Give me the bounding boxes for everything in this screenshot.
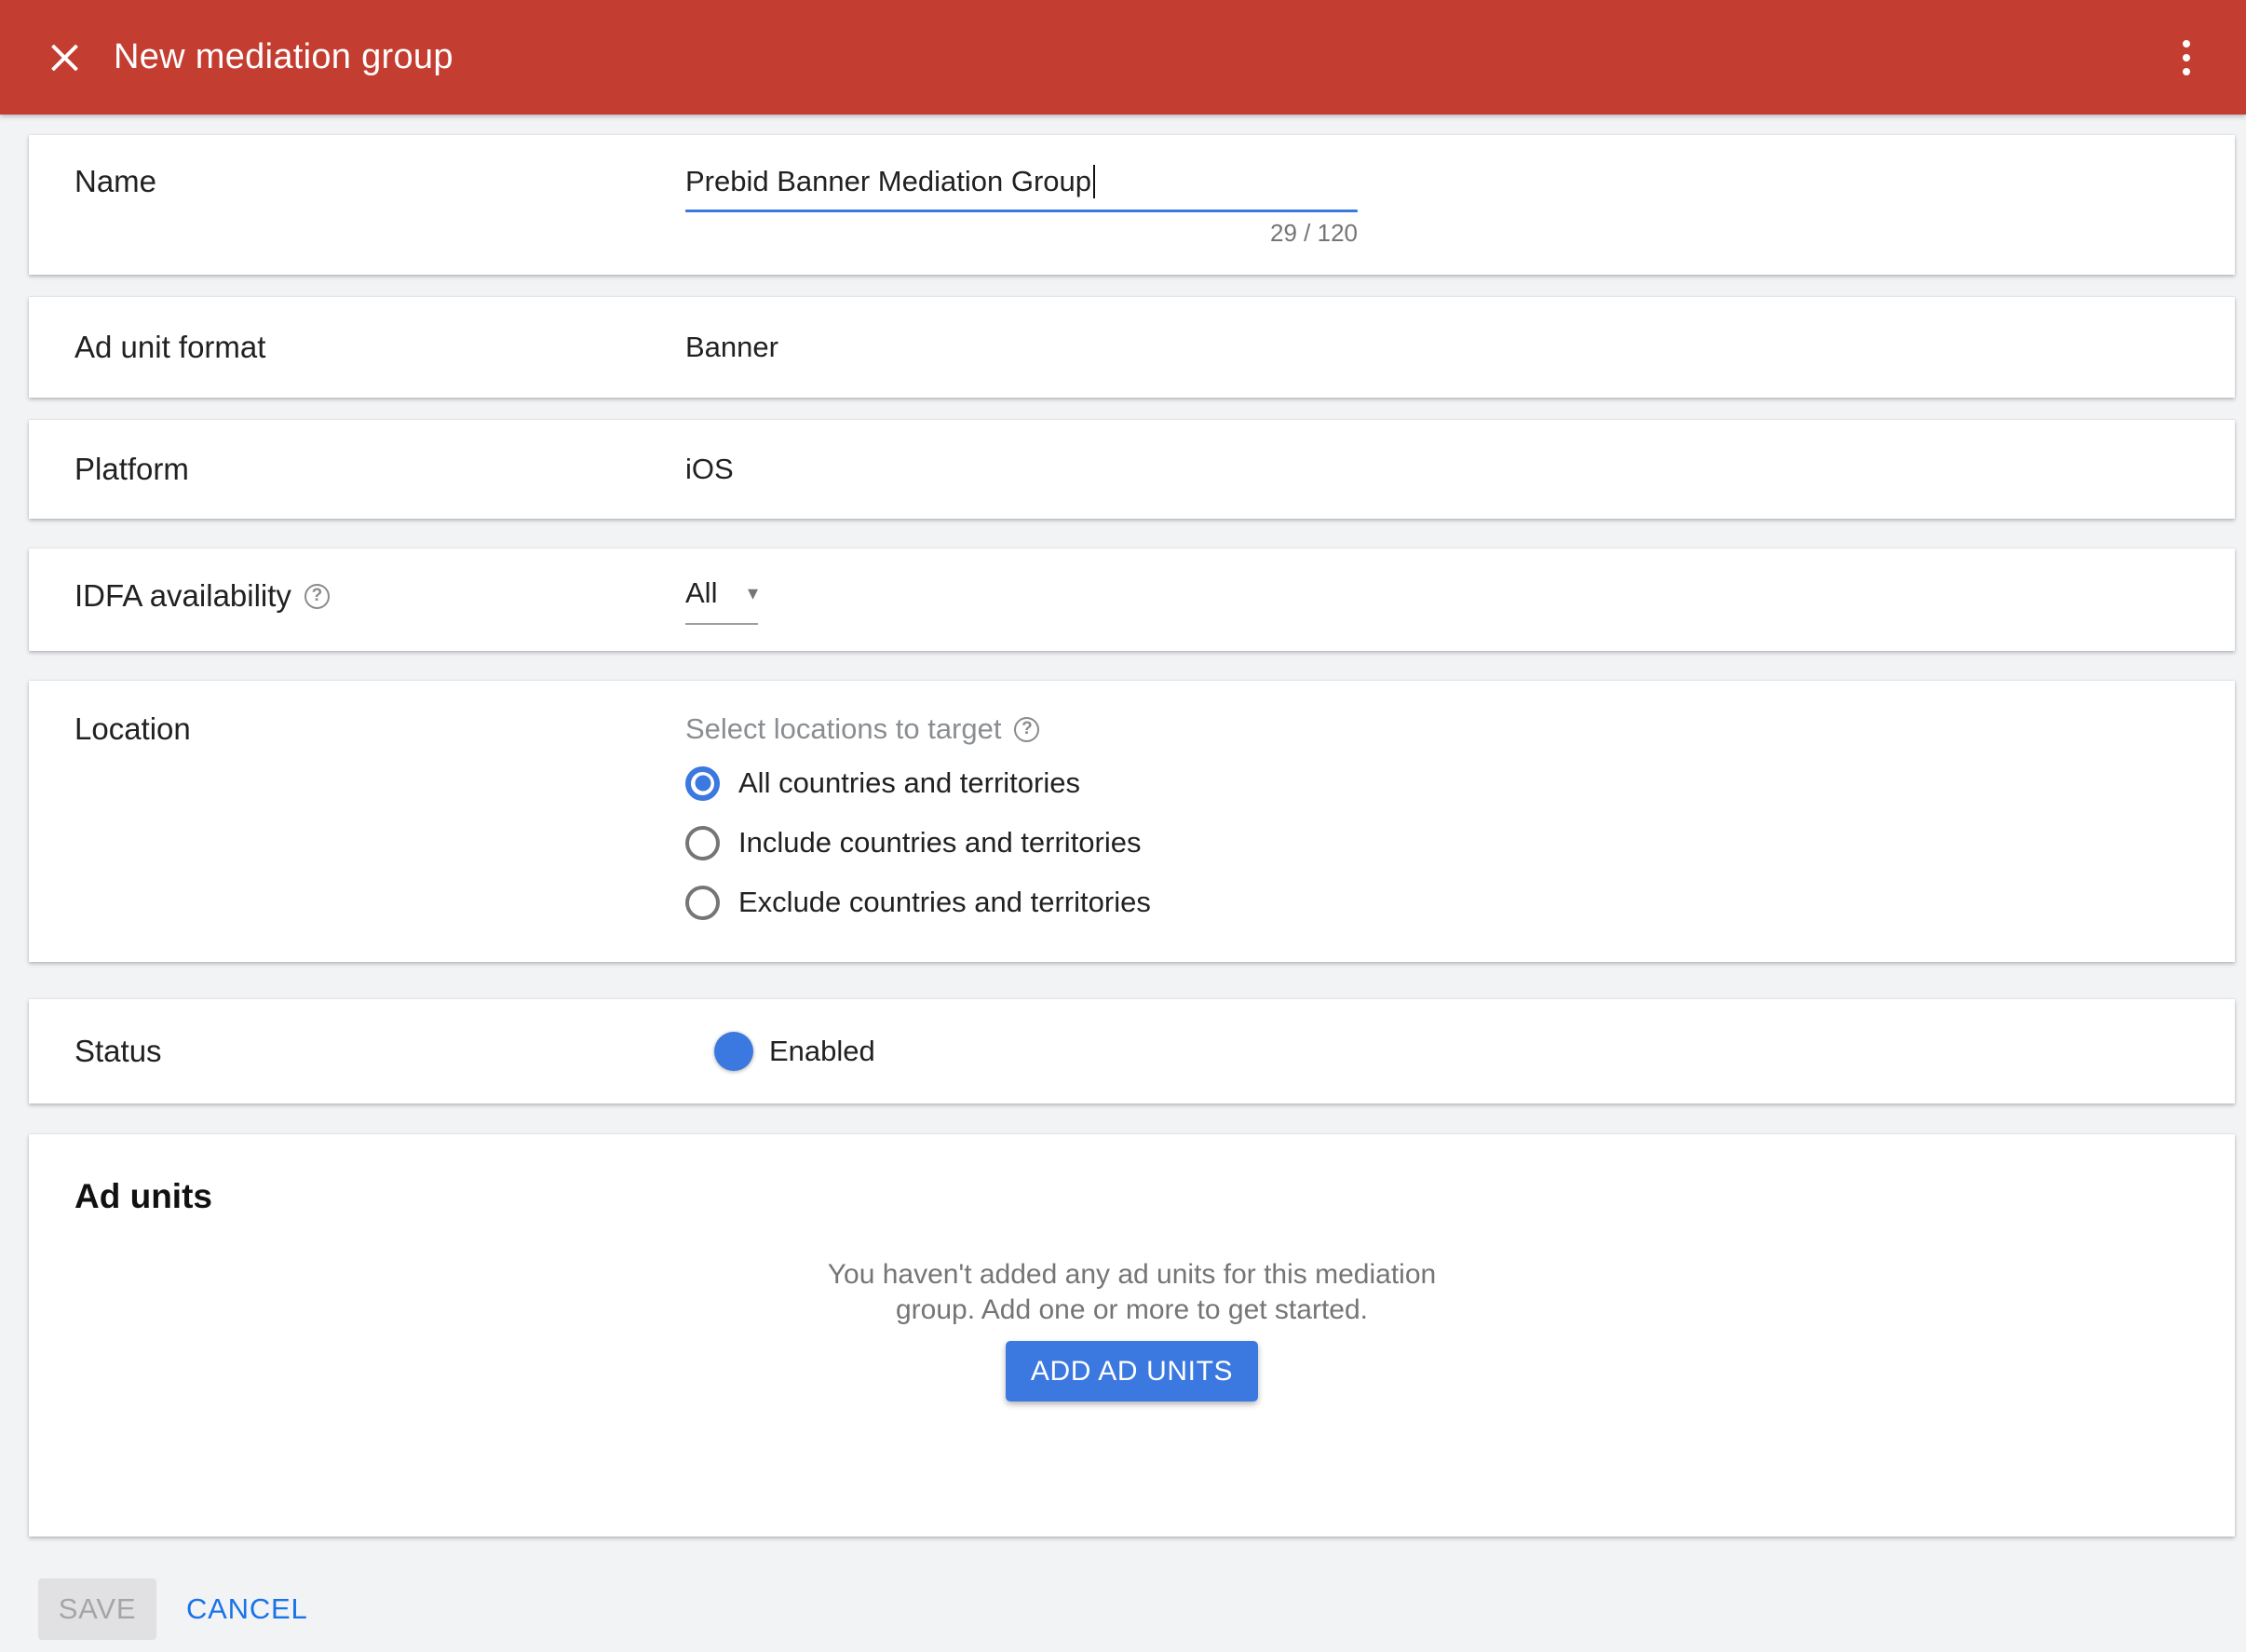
overflow-menu-icon[interactable] bbox=[2168, 32, 2205, 84]
ad-units-heading: Ad units bbox=[74, 1175, 2189, 1218]
radio-exclude-countries[interactable]: Exclude countries and territories bbox=[685, 873, 2235, 932]
add-ad-units-button[interactable]: ADD AD UNITS bbox=[1006, 1341, 1258, 1401]
radio-button-icon bbox=[685, 826, 720, 860]
page-title: New mediation group bbox=[114, 37, 2168, 77]
name-label: Name bbox=[74, 161, 685, 202]
idfa-label: IDFA availability bbox=[74, 578, 291, 614]
ad-unit-format-value: Banner bbox=[685, 331, 2235, 364]
status-toggle[interactable] bbox=[685, 1038, 751, 1064]
close-icon[interactable] bbox=[47, 39, 84, 76]
platform-card: Platform iOS bbox=[29, 420, 2235, 519]
location-helper-text: Select locations to target bbox=[685, 712, 1001, 746]
toggle-knob bbox=[714, 1032, 753, 1071]
ad-unit-format-label: Ad unit format bbox=[74, 330, 685, 365]
platform-value: iOS bbox=[685, 453, 2235, 486]
ad-unit-format-card: Ad unit format Banner bbox=[29, 297, 2235, 398]
idfa-card: IDFA availability ? All ▾ bbox=[29, 548, 2235, 651]
idfa-dropdown-value: All bbox=[685, 575, 717, 612]
name-input-value: Prebid Banner Mediation Group bbox=[685, 161, 1091, 202]
radio-all-countries[interactable]: All countries and territories bbox=[685, 753, 2235, 813]
save-button[interactable]: SAVE bbox=[38, 1578, 156, 1640]
location-label: Location bbox=[74, 709, 685, 750]
ad-units-empty-text-line1: You haven't added any ad units for this … bbox=[74, 1257, 2189, 1293]
help-icon[interactable]: ? bbox=[1014, 717, 1039, 742]
char-counter: 29 / 120 bbox=[685, 219, 1358, 247]
location-radio-group: All countries and territories Include co… bbox=[685, 753, 2235, 932]
idfa-dropdown[interactable]: All ▾ bbox=[685, 575, 758, 625]
help-icon[interactable]: ? bbox=[304, 584, 330, 609]
radio-include-countries[interactable]: Include countries and territories bbox=[685, 813, 2235, 873]
chevron-down-icon: ▾ bbox=[748, 581, 758, 605]
status-card: Status Enabled bbox=[29, 999, 2235, 1104]
app-bar: New mediation group bbox=[0, 0, 2246, 115]
radio-button-icon bbox=[685, 886, 720, 920]
status-value: Enabled bbox=[769, 1035, 875, 1068]
text-cursor bbox=[1093, 165, 1095, 198]
status-label: Status bbox=[74, 1034, 685, 1069]
footer-actions: SAVE CANCEL bbox=[38, 1582, 2246, 1644]
platform-label: Platform bbox=[74, 452, 685, 487]
cancel-button[interactable]: CANCEL bbox=[186, 1592, 308, 1626]
ad-units-card: Ad units You haven't added any ad units … bbox=[29, 1134, 2235, 1537]
name-input[interactable]: Prebid Banner Mediation Group 29 / 120 bbox=[685, 161, 1358, 247]
input-underline bbox=[685, 210, 1358, 212]
ad-units-empty-text-line2: group. Add one or more to get started. bbox=[74, 1293, 2189, 1328]
name-card: Name Prebid Banner Mediation Group 29 / … bbox=[29, 135, 2235, 275]
location-card: Location Select locations to target ? Al… bbox=[29, 681, 2235, 962]
radio-button-icon bbox=[685, 766, 720, 801]
form-area: Name Prebid Banner Mediation Group 29 / … bbox=[0, 135, 2246, 1644]
